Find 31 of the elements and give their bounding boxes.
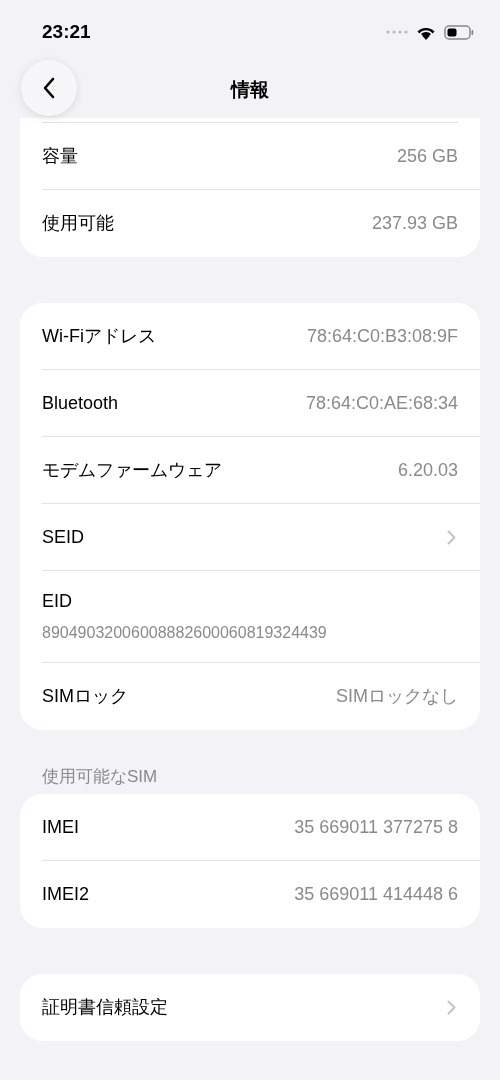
row-value: 256 GB xyxy=(396,144,458,168)
status-time: 23:21 xyxy=(42,19,91,44)
signal-icon xyxy=(386,30,408,34)
row-label: 証明書信頼設定 xyxy=(42,996,168,1019)
row-value: SIMロックなし xyxy=(336,685,458,708)
settings-row[interactable]: SEID xyxy=(42,504,480,571)
row-value: 78:64:C0:B3:08:9F xyxy=(306,324,458,348)
row-label: Wi-Fiアドレス xyxy=(42,324,156,348)
row-label: 使用可能 xyxy=(42,212,114,235)
row-label: IMEI xyxy=(42,815,79,839)
row-value: 89049032006008882600060819324439 xyxy=(42,623,328,643)
row-label: IMEI2 xyxy=(42,883,89,906)
row-value: 35 669011 377275 8 xyxy=(294,815,458,839)
nav-title: 情報 xyxy=(231,77,269,102)
settings-row[interactable]: 証明書信頼設定 xyxy=(42,974,480,1041)
back-icon xyxy=(42,77,56,99)
row-label: EID xyxy=(42,590,73,613)
back-button[interactable] xyxy=(21,60,77,116)
chevron-icon xyxy=(447,529,456,545)
chevron-icon xyxy=(447,1000,456,1015)
row-value: 35 669011 414448 6 xyxy=(294,883,458,906)
row-label: モデムファームウェア xyxy=(42,458,222,482)
row-label: Bluetooth xyxy=(42,391,119,415)
row-label: SEID xyxy=(42,525,84,549)
row-value: 78:64:C0:AE:68:34 xyxy=(305,391,458,415)
row-value: 237.93 GB xyxy=(371,212,458,235)
row-label: 容量 xyxy=(42,144,78,168)
battery-icon xyxy=(444,24,474,40)
row-label: SIMロック xyxy=(42,685,128,708)
section-header: 使用可能なSIM xyxy=(41,766,159,788)
row-value: 6.20.03 xyxy=(397,458,458,482)
